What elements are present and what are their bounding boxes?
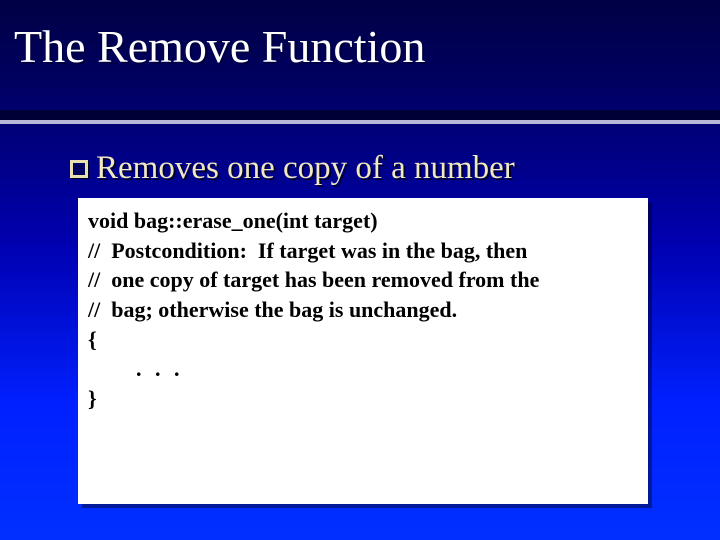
bullet-text: Removes one copy of a number bbox=[96, 150, 515, 187]
code-block: void bag::erase_one(int target) // Postc… bbox=[78, 198, 648, 504]
code-line: // bag; otherwise the bag is unchanged. bbox=[88, 295, 638, 325]
slide: The Remove Function Removes one copy of … bbox=[0, 0, 720, 540]
divider-light bbox=[0, 120, 720, 124]
code-line: void bag::erase_one(int target) bbox=[88, 206, 638, 236]
square-bullet-icon bbox=[70, 160, 88, 178]
code-line: // one copy of target has been removed f… bbox=[88, 265, 638, 295]
code-line: // Postcondition: If target was in the b… bbox=[88, 236, 638, 266]
bullet-item: Removes one copy of a number bbox=[70, 150, 515, 187]
code-ellipsis: . . . bbox=[88, 354, 638, 384]
slide-title: The Remove Function bbox=[14, 20, 425, 73]
code-line: { bbox=[88, 325, 638, 355]
code-line: } bbox=[88, 384, 638, 414]
divider-dark bbox=[0, 110, 720, 120]
